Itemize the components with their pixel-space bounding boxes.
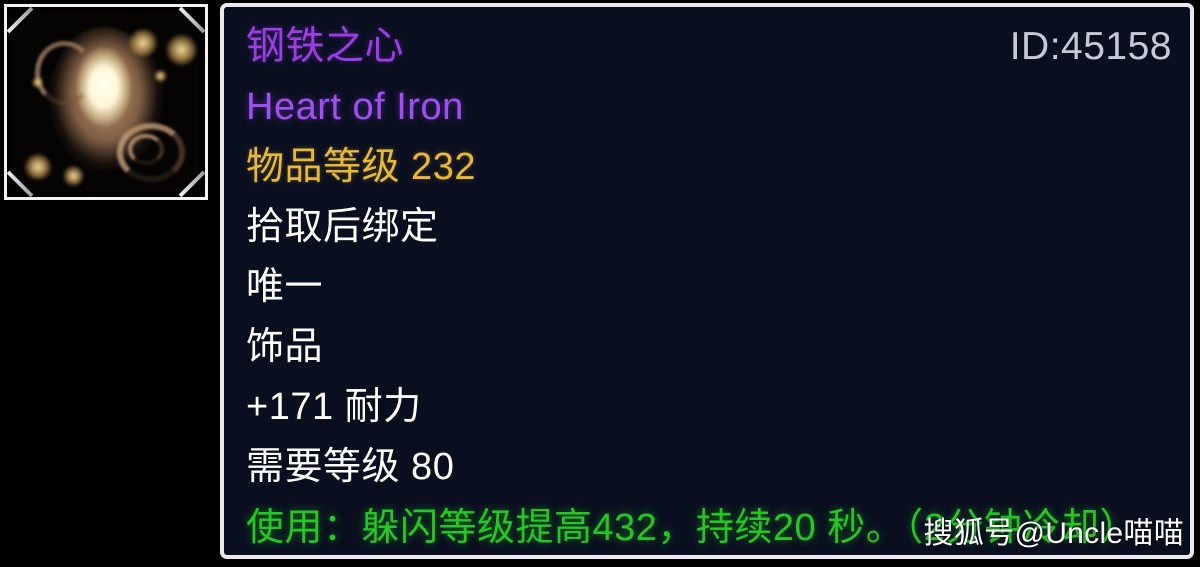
sparkle-icon	[128, 29, 159, 58]
item-name-en: Heart of Iron	[246, 86, 464, 128]
sparkle-icon	[165, 34, 198, 67]
tooltip-title-row: 钢铁之心 ID:45158	[246, 17, 1176, 77]
item-id-label: ID:45158	[1009, 25, 1172, 68]
screenshot-root: 钢铁之心 ID:45158 Heart of Iron 物品等级 232 拾取后…	[0, 0, 1200, 567]
required-level-line: 需要等级 80	[246, 446, 455, 488]
heart-swirl-left-icon	[35, 41, 94, 105]
item-icon-panel	[0, 0, 215, 567]
item-level-line: 物品等级 232	[246, 146, 476, 188]
sparkle-icon	[24, 153, 53, 181]
sparkle-icon	[63, 166, 84, 186]
bind-on-pickup-line: 拾取后绑定	[246, 206, 439, 248]
item-icon-frame[interactable]	[4, 4, 208, 200]
unique-line: 唯一	[246, 266, 324, 308]
slot-type-line: 饰品	[246, 326, 324, 368]
item-icon-image	[13, 13, 199, 191]
watermark-text: 搜狐号@Uncle喵喵	[923, 517, 1184, 550]
item-name-cn: 钢铁之心	[246, 25, 405, 68]
stat-stamina-line: +171 耐力	[246, 386, 422, 428]
item-tooltip: 钢铁之心 ID:45158 Heart of Iron 物品等级 232 拾取后…	[220, 3, 1194, 559]
tooltip-content: 钢铁之心 ID:45158 Heart of Iron 物品等级 232 拾取后…	[246, 17, 1176, 555]
sparkle-icon	[31, 77, 43, 88]
sparkle-icon	[154, 69, 168, 83]
